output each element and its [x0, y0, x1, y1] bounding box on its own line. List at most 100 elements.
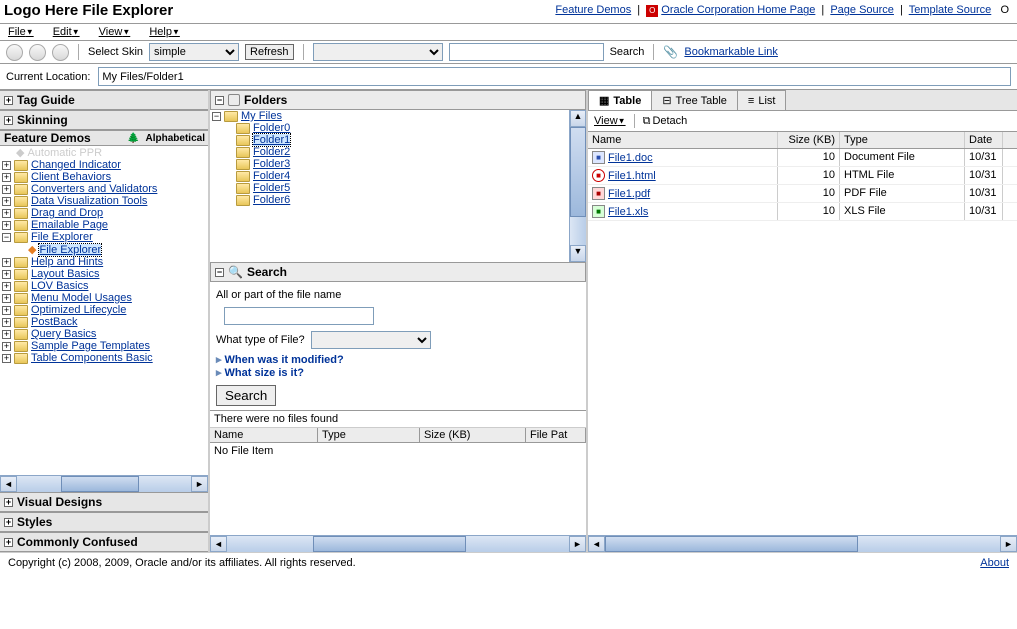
tree-item[interactable]: −File Explorer [0, 231, 208, 243]
tree-item[interactable]: ◆Automatic PPR [0, 146, 208, 159]
filename-input[interactable] [224, 307, 374, 325]
scroll-right-icon[interactable]: ► [191, 476, 208, 492]
mid-column: − Folders −My Files Folder0Folder1Folder… [210, 90, 588, 552]
tree-item-child[interactable]: ◆File Explorer [0, 243, 208, 256]
acc-styles[interactable]: +Styles [0, 512, 208, 532]
location-input[interactable] [98, 67, 1011, 86]
table-row[interactable]: ■File1.doc10Document File10/31 [588, 149, 1017, 167]
tree-item[interactable]: +LOV Basics [0, 280, 208, 292]
folder-item[interactable]: Folder0 [210, 122, 586, 134]
acc-tag-guide[interactable]: +Tag Guide [0, 90, 208, 110]
search-form: All or part of the file name What type o… [210, 282, 586, 410]
results-hscroll[interactable]: ◄ ► [210, 535, 586, 552]
scroll-left-icon[interactable]: ◄ [0, 476, 17, 492]
nav-forward-button[interactable] [29, 44, 46, 61]
menu-view[interactable]: View▼ [99, 26, 131, 38]
location-label: Current Location: [6, 71, 90, 83]
hdr-date[interactable]: Date [965, 132, 1003, 148]
tree-item[interactable]: +Layout Basics [0, 268, 208, 280]
view-menu[interactable]: View▼ [594, 115, 626, 127]
tree-item[interactable]: +Help and Hints [0, 256, 208, 268]
hdr-type[interactable]: Type [840, 132, 965, 148]
top-links: Feature Demos | O Oracle Corporation Hom… [555, 4, 1009, 16]
folders-vscroll[interactable]: ▲ ▼ [569, 110, 586, 262]
link-page-source[interactable]: Page Source [830, 4, 894, 16]
table-row[interactable]: ■File1.html10HTML File10/31 [588, 167, 1017, 185]
col-path[interactable]: File Pat [526, 428, 586, 442]
disclose-size[interactable]: ▸What size is it? [216, 366, 580, 379]
link-oracle-home[interactable]: Oracle Corporation Home Page [661, 4, 815, 16]
nav-back-button[interactable] [6, 44, 23, 61]
menu-file[interactable]: File▼ [8, 26, 34, 38]
hdr-size[interactable]: Size (KB) [778, 132, 840, 148]
search-input[interactable] [449, 43, 604, 61]
acc-commonly-confused[interactable]: +Commonly Confused [0, 532, 208, 552]
tree-item[interactable]: +Client Behaviors [0, 171, 208, 183]
folder-item[interactable]: Folder4 [210, 170, 586, 182]
no-files-message: There were no files found [210, 411, 586, 428]
filetype-select[interactable] [311, 331, 431, 349]
col-name[interactable]: Name [210, 428, 318, 442]
tree-item[interactable]: +Query Basics [0, 328, 208, 340]
tree-item[interactable]: +Changed Indicator [0, 159, 208, 171]
scroll-left-icon[interactable]: ◄ [588, 536, 605, 552]
tree-item[interactable]: +Menu Model Usages [0, 292, 208, 304]
scroll-left-icon[interactable]: ◄ [210, 536, 227, 552]
col-size[interactable]: Size (KB) [420, 428, 526, 442]
logo-text: Logo Here [4, 2, 78, 19]
combo-select[interactable] [313, 43, 443, 61]
tab-grouped[interactable]: 🌲 [124, 132, 142, 145]
link-template-source[interactable]: Template Source [909, 4, 992, 16]
select-skin-label: Select Skin [88, 46, 143, 58]
folder-item[interactable]: Folder2 [210, 146, 586, 158]
hdr-name[interactable]: Name [588, 132, 778, 148]
menu-edit[interactable]: Edit▼ [53, 26, 80, 38]
file-table-body: ■File1.doc10Document File10/31■File1.htm… [588, 149, 1017, 535]
detach-button[interactable]: ⧉Detach [643, 115, 688, 128]
nav-up-button[interactable] [52, 44, 69, 61]
folder-item[interactable]: Folder1 [210, 134, 586, 146]
tab-alphabetical[interactable]: Alphabetical [143, 132, 208, 145]
tab-list[interactable]: ≡List [737, 90, 787, 110]
tree-item[interactable]: +Data Visualization Tools [0, 195, 208, 207]
tree-item[interactable]: +PostBack [0, 316, 208, 328]
folder-item[interactable]: Folder3 [210, 158, 586, 170]
scroll-down-icon[interactable]: ▼ [570, 245, 586, 262]
table-hscroll[interactable]: ◄ ► [588, 535, 1017, 552]
tree-item[interactable]: +Emailable Page [0, 219, 208, 231]
scroll-up-icon[interactable]: ▲ [570, 110, 586, 127]
tab-tree-table[interactable]: ⊟Tree Table [651, 90, 738, 110]
tree-item[interactable]: +Table Components Basic [0, 352, 208, 364]
left-hscroll[interactable]: ◄ ► [0, 475, 208, 492]
refresh-button[interactable]: Refresh [245, 44, 294, 60]
disclose-modified[interactable]: ▸When was it modified? [216, 353, 580, 366]
results-header: Name Type Size (KB) File Pat [210, 428, 586, 443]
link-feature-demos[interactable]: Feature Demos [555, 4, 631, 16]
acc-visual-designs[interactable]: +Visual Designs [0, 492, 208, 512]
folder-root[interactable]: −My Files [210, 110, 586, 122]
skin-select[interactable]: simple [149, 43, 239, 61]
tree-item[interactable]: +Drag and Drop [0, 207, 208, 219]
folder-item[interactable]: Folder5 [210, 182, 586, 194]
collapse-folders-button[interactable]: − [215, 96, 224, 105]
tree-item[interactable]: +Sample Page Templates [0, 340, 208, 352]
acc-skinning[interactable]: +Skinning [0, 110, 208, 130]
acc-feature-demos[interactable]: Feature Demos 🌲 Alphabetical [0, 130, 208, 146]
search-results: There were no files found Name Type Size… [210, 410, 586, 552]
file-table-header: Name Size (KB) Type Date [588, 132, 1017, 149]
folder-item[interactable]: Folder6 [210, 194, 586, 206]
scroll-right-icon[interactable]: ► [1000, 536, 1017, 552]
table-row[interactable]: ■File1.pdf10PDF File10/31 [588, 185, 1017, 203]
search-button[interactable]: Search [216, 385, 276, 406]
scroll-right-icon[interactable]: ► [569, 536, 586, 552]
bookmarkable-link[interactable]: Bookmarkable Link [684, 46, 778, 58]
tree-item[interactable]: +Optimized Lifecycle [0, 304, 208, 316]
col-type[interactable]: Type [318, 428, 420, 442]
table-row[interactable]: ■File1.xls10XLS File10/31 [588, 203, 1017, 221]
menu-help[interactable]: Help▼ [149, 26, 180, 38]
tab-table[interactable]: ▦Table [588, 90, 652, 110]
link-icon: 📎 [663, 45, 678, 59]
collapse-search-button[interactable]: − [215, 268, 224, 277]
about-link[interactable]: About [980, 557, 1009, 569]
tree-item[interactable]: +Converters and Validators [0, 183, 208, 195]
